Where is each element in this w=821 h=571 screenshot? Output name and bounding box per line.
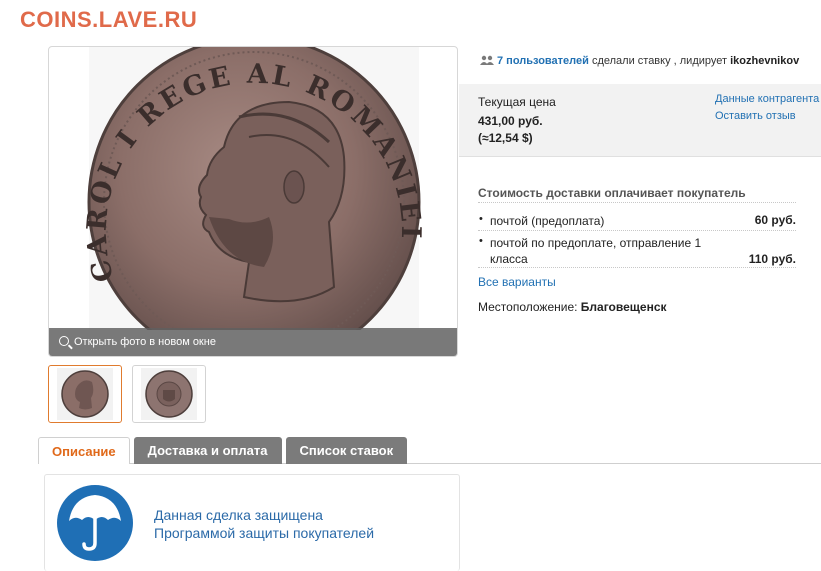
coin-obverse-image: CAROL I REGE AL ROMANIEI <box>49 47 457 356</box>
bullet-icon: • <box>479 235 483 247</box>
shipping-option-cost: 60 руб. <box>754 213 796 227</box>
location: Местоположение: Благовещенск <box>478 300 667 314</box>
bidders-text: сделали ставку , лидирует <box>588 55 731 67</box>
leader-username[interactable]: ikozhevnikov <box>730 55 799 67</box>
tab-bar: Описание Доставка и оплата Список ставок <box>38 437 411 464</box>
protection-text[interactable]: Данная сделка защищена Программой защиты… <box>154 506 374 542</box>
buyer-protection-box: Данная сделка защищена Программой защиты… <box>44 474 460 571</box>
shipping-option-name: почтой (предоплата) <box>490 214 605 228</box>
thumbnail-obverse[interactable] <box>48 365 122 423</box>
bullet-icon: • <box>479 213 483 225</box>
price-panel: Текущая цена 431,00 руб. (≈12,54 $) Данн… <box>459 84 821 157</box>
location-label: Местоположение: <box>478 300 581 314</box>
open-photo-label[interactable]: Открыть фото в новом окне <box>74 336 216 348</box>
bidders-info: 7 пользователей сделали ставку , лидируе… <box>480 55 799 67</box>
shipping-option: • почтой (предоплата) 60 руб. <box>478 213 796 231</box>
coin-reverse-thumb-icon <box>141 368 197 420</box>
leave-review-link[interactable]: Оставить отзыв <box>715 110 796 122</box>
umbrella-icon <box>57 485 133 561</box>
all-variants-link[interactable]: Все варианты <box>478 275 556 289</box>
open-photo-bar[interactable]: Открыть фото в новом окне <box>49 328 457 356</box>
users-icon <box>480 55 494 65</box>
bidders-count-link[interactable]: 7 пользователей <box>497 55 589 67</box>
counterparty-link[interactable]: Данные контрагента <box>715 93 819 105</box>
location-value: Благовещенск <box>580 300 667 314</box>
main-photo[interactable]: CAROL I REGE AL ROMANIEI Открыть фото в … <box>48 46 458 357</box>
coin-obverse-thumb-icon <box>57 368 113 420</box>
protection-line1[interactable]: Данная сделка защищена <box>154 506 374 524</box>
current-price-value: 431,00 руб. <box>478 114 543 128</box>
thumbnail-reverse[interactable] <box>132 365 206 423</box>
protection-line2[interactable]: Программой защиты покупателей <box>154 524 374 542</box>
tab-description[interactable]: Описание <box>38 437 130 464</box>
magnifier-icon <box>59 336 69 346</box>
shipping-option: • почтой по предоплате, отправление 1 кл… <box>478 235 796 268</box>
current-price-usd: (≈12,54 $) <box>478 131 533 145</box>
site-logo[interactable]: COINS.LAVE.RU <box>20 7 197 33</box>
shipping-title: Стоимость доставки оплачивает покупатель <box>478 186 796 203</box>
current-price-label: Текущая цена <box>478 95 556 109</box>
tab-delivery-payment[interactable]: Доставка и оплата <box>133 437 282 464</box>
tab-bids-list[interactable]: Список ставок <box>285 437 408 464</box>
shipping-option-cost: 110 руб. <box>748 252 796 266</box>
shipping-option-name: почтой по предоплате, отправление 1 клас… <box>490 236 702 266</box>
